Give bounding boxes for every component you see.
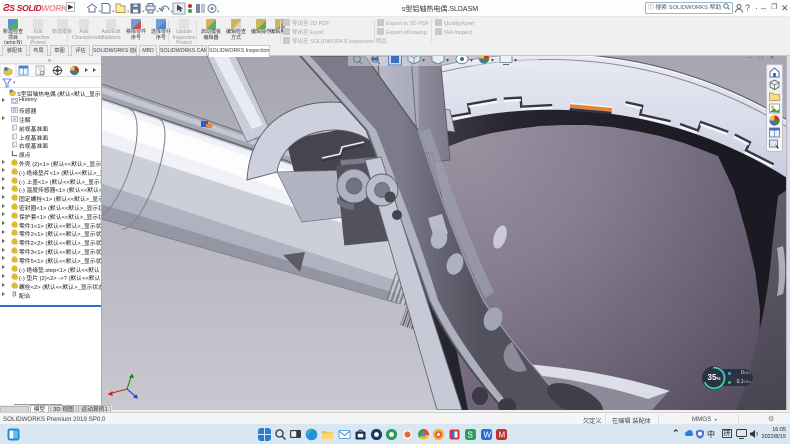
svg-text:▾: ▾ bbox=[142, 9, 145, 15]
svg-text:▾: ▾ bbox=[422, 58, 425, 64]
svg-text:M: M bbox=[499, 430, 506, 439]
svg-text:▾: ▾ bbox=[446, 58, 449, 64]
svg-text:▾: ▾ bbox=[491, 58, 494, 64]
svg-text:A: A bbox=[13, 117, 16, 122]
svg-text:▾: ▾ bbox=[99, 9, 102, 15]
svg-text:▾: ▾ bbox=[127, 9, 130, 15]
svg-text:W: W bbox=[484, 430, 492, 439]
svg-text:▾: ▾ bbox=[217, 9, 220, 15]
svg-text:▾: ▾ bbox=[157, 9, 160, 15]
svg-text:S: S bbox=[468, 430, 473, 439]
svg-text:▾: ▾ bbox=[514, 58, 517, 64]
svg-text:▾: ▾ bbox=[470, 58, 473, 64]
svg-text:▾: ▾ bbox=[112, 9, 115, 15]
